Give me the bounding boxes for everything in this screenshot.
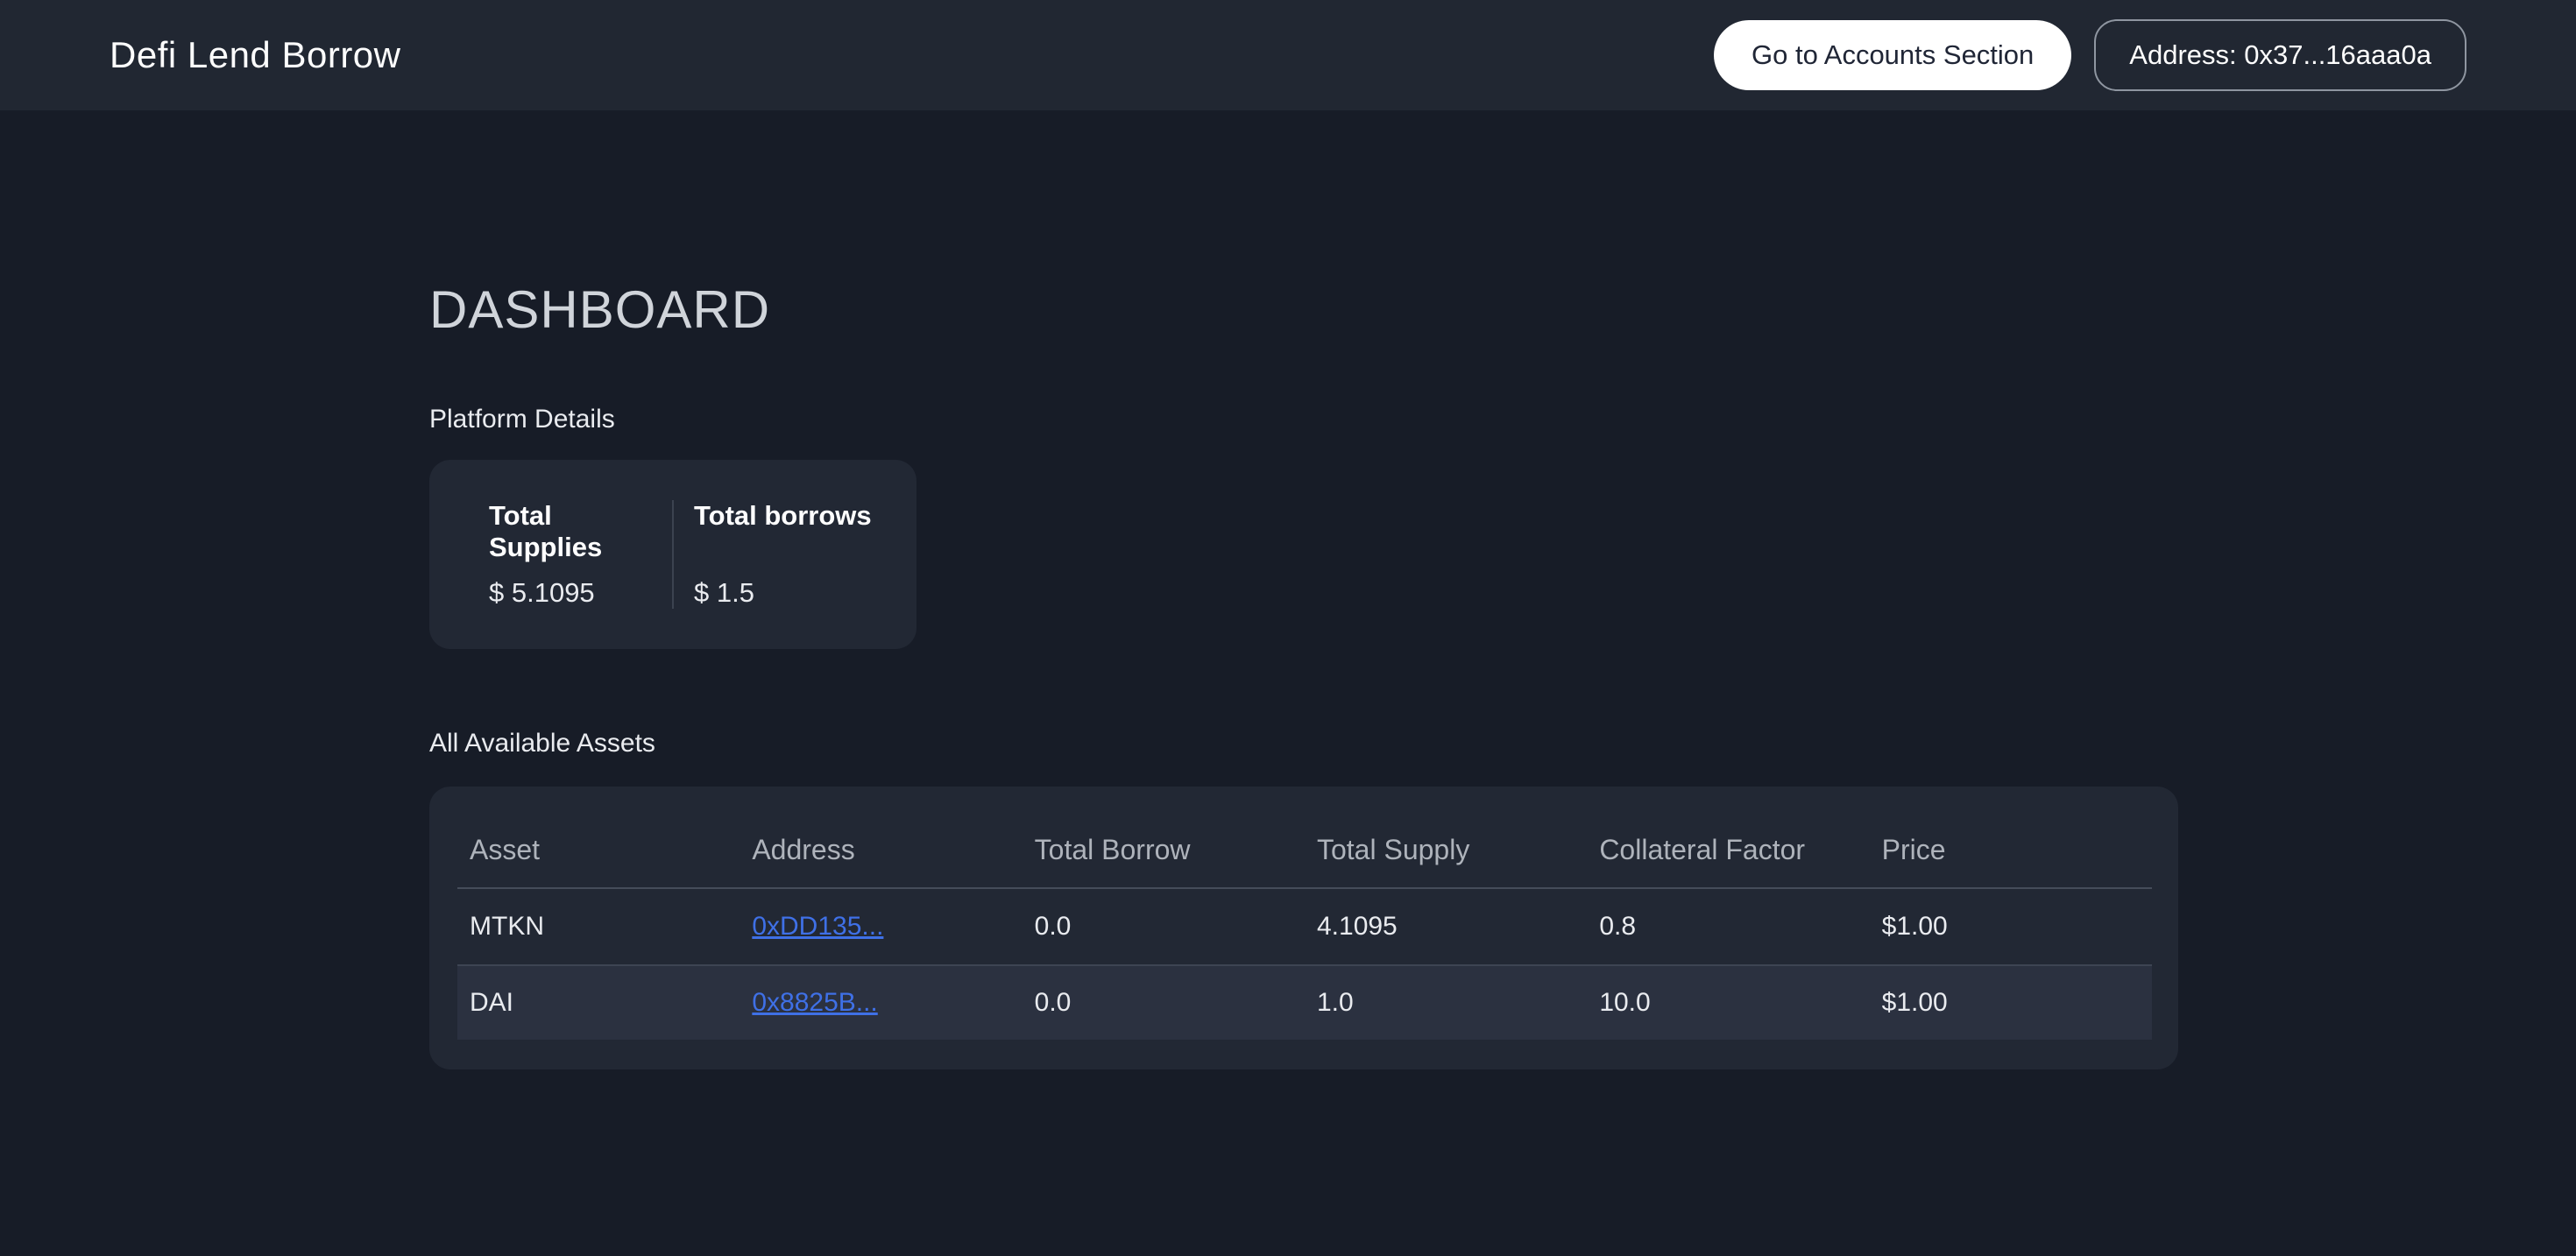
collateral-factor-cell: 10.0 bbox=[1587, 965, 1869, 1040]
total-borrow-cell: 0.0 bbox=[1023, 888, 1305, 965]
go-to-accounts-button[interactable]: Go to Accounts Section bbox=[1714, 20, 2071, 90]
asset-cell: MTKN bbox=[457, 888, 740, 965]
price-cell: $1.00 bbox=[1870, 888, 2152, 965]
column-header-total-borrow: Total Borrow bbox=[1023, 813, 1305, 888]
platform-details-card: Total Supplies $ 5.1095 Total borrows $ … bbox=[429, 460, 916, 649]
asset-address-link[interactable]: 0xDD135... bbox=[752, 912, 883, 941]
column-header-collateral-factor: Collateral Factor bbox=[1587, 813, 1869, 888]
assets-table-header-row: Asset Address Total Borrow Total Supply … bbox=[457, 813, 2152, 888]
total-borrows-value: $ 1.5 bbox=[694, 577, 916, 609]
navbar-actions: Go to Accounts Section Address: 0x37...1… bbox=[1714, 19, 2466, 91]
total-borrow-cell: 0.0 bbox=[1023, 965, 1305, 1040]
total-borrows-stat: Total borrows $ 1.5 bbox=[674, 500, 916, 609]
main-content: DASHBOARD Platform Details Total Supplie… bbox=[0, 279, 2576, 1069]
page-title: DASHBOARD bbox=[429, 279, 2576, 342]
collateral-factor-cell: 0.8 bbox=[1587, 888, 1869, 965]
column-header-price: Price bbox=[1870, 813, 2152, 888]
total-supply-cell: 4.1095 bbox=[1305, 888, 1587, 965]
table-row-mtkn: MTKN 0xDD135... 0.0 4.1095 0.8 $1.00 bbox=[457, 888, 2152, 965]
total-borrows-label: Total borrows bbox=[694, 500, 916, 532]
asset-cell: DAI bbox=[457, 965, 740, 1040]
navbar: Defi Lend Borrow Go to Accounts Section … bbox=[0, 0, 2576, 110]
table-row-dai: DAI 0x8825B... 0.0 1.0 10.0 $1.00 bbox=[457, 965, 2152, 1040]
total-supply-cell: 1.0 bbox=[1305, 965, 1587, 1040]
platform-details-label: Platform Details bbox=[429, 404, 2576, 435]
assets-table-card: Asset Address Total Borrow Total Supply … bbox=[429, 787, 2178, 1069]
total-supplies-value: $ 5.1095 bbox=[489, 577, 672, 609]
column-header-address: Address bbox=[740, 813, 1022, 888]
asset-address-link[interactable]: 0x8825B... bbox=[752, 988, 877, 1017]
total-supplies-label: Total Supplies bbox=[489, 500, 672, 563]
app-title: Defi Lend Borrow bbox=[110, 34, 401, 76]
wallet-address-button[interactable]: Address: 0x37...16aaa0a bbox=[2094, 19, 2466, 91]
total-supplies-stat: Total Supplies $ 5.1095 bbox=[429, 500, 672, 609]
all-available-assets-label: All Available Assets bbox=[429, 728, 2576, 759]
column-header-total-supply: Total Supply bbox=[1305, 813, 1587, 888]
assets-table: Asset Address Total Borrow Total Supply … bbox=[457, 813, 2152, 1040]
column-header-asset: Asset bbox=[457, 813, 740, 888]
price-cell: $1.00 bbox=[1870, 965, 2152, 1040]
